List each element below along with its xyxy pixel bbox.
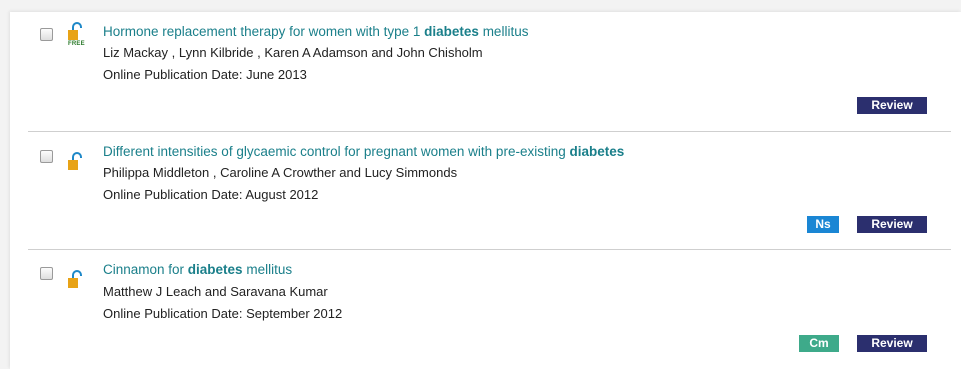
result-authors: Matthew J Leach and Saravana Kumar <box>103 284 328 299</box>
review-badge[interactable]: Review <box>857 335 927 352</box>
select-checkbox[interactable] <box>40 150 53 163</box>
result-title-link[interactable]: Hormone replacement therapy for women wi… <box>103 24 528 40</box>
result-title-link[interactable]: Different intensities of glycaemic contr… <box>103 144 624 160</box>
open-access-lock-icon: FREE <box>68 22 85 48</box>
open-access-lock-icon <box>68 144 84 170</box>
ns-badge[interactable]: Ns <box>807 216 839 233</box>
result-pub-date: Online Publication Date: September 2012 <box>103 306 343 321</box>
result-authors: Liz Mackay , Lynn Kilbride , Karen A Ada… <box>103 45 483 60</box>
open-access-lock-icon <box>68 262 84 288</box>
result-divider <box>28 131 951 132</box>
cm-badge[interactable]: Cm <box>799 335 839 352</box>
result-authors: Philippa Middleton , Caroline A Crowther… <box>103 165 458 180</box>
review-badge[interactable]: Review <box>857 216 927 233</box>
result-divider <box>28 249 951 250</box>
result-pub-date: Online Publication Date: August 2012 <box>103 187 319 202</box>
select-checkbox[interactable] <box>40 267 53 280</box>
select-checkbox[interactable] <box>40 28 53 41</box>
result-pub-date: Online Publication Date: June 2013 <box>103 67 307 82</box>
result-title-link[interactable]: Cinnamon for diabetes mellitus <box>103 262 292 278</box>
review-badge[interactable]: Review <box>857 97 927 114</box>
free-label: FREE <box>68 41 85 47</box>
